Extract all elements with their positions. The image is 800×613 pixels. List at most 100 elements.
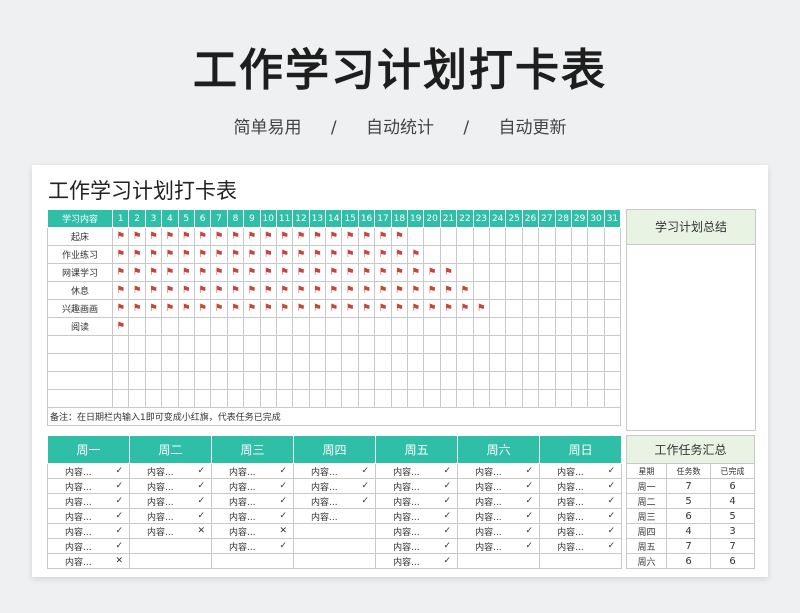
- checkin-cell[interactable]: [423, 335, 441, 354]
- red-flag-icon[interactable]: ⚑: [374, 263, 392, 282]
- checkin-cell[interactable]: [407, 389, 425, 408]
- red-flag-icon[interactable]: ⚑: [243, 263, 261, 282]
- red-flag-icon[interactable]: ⚑: [111, 299, 130, 318]
- red-flag-icon[interactable]: ⚑: [374, 281, 392, 300]
- checkin-cell[interactable]: [587, 353, 605, 372]
- checkin-cell[interactable]: [603, 227, 622, 246]
- checkin-cell[interactable]: [456, 335, 474, 354]
- task-status-mark[interactable]: ✓: [109, 463, 131, 479]
- task-content-cell[interactable]: [293, 523, 356, 539]
- red-flag-icon[interactable]: ⚑: [325, 281, 343, 300]
- checkin-cell[interactable]: [521, 371, 540, 390]
- checkin-cell[interactable]: [144, 335, 163, 354]
- checkin-cell[interactable]: [210, 335, 228, 354]
- checkin-cell[interactable]: [226, 353, 245, 372]
- checkin-cell[interactable]: [193, 353, 212, 372]
- task-status-mark[interactable]: ✓: [437, 478, 459, 494]
- red-flag-icon[interactable]: ⚑: [472, 299, 490, 318]
- checkin-cell[interactable]: [177, 389, 195, 408]
- red-flag-icon[interactable]: ⚑: [308, 281, 327, 300]
- red-flag-icon[interactable]: ⚑: [357, 281, 376, 300]
- checkin-cell[interactable]: [259, 335, 277, 354]
- checkin-cell[interactable]: [275, 335, 294, 354]
- checkin-cell[interactable]: [505, 299, 523, 318]
- checkin-cell[interactable]: [308, 389, 327, 408]
- task-content-cell[interactable]: 内容...: [375, 463, 438, 479]
- checkin-cell[interactable]: [554, 227, 572, 246]
- checkin-cell[interactable]: [456, 263, 474, 282]
- checkin-cell[interactable]: [570, 263, 589, 282]
- checkin-cell[interactable]: [521, 353, 540, 372]
- checkin-cell[interactable]: [226, 389, 245, 408]
- checkin-cell[interactable]: [243, 353, 261, 372]
- checkin-cell[interactable]: [603, 389, 622, 408]
- red-flag-icon[interactable]: ⚑: [357, 299, 376, 318]
- red-flag-icon[interactable]: ⚑: [226, 245, 245, 264]
- task-content-cell[interactable]: 内容...: [129, 478, 192, 494]
- checkin-cell[interactable]: [603, 281, 622, 300]
- task-content-cell[interactable]: 内容...: [539, 538, 602, 554]
- checkin-cell[interactable]: [407, 227, 425, 246]
- red-flag-icon[interactable]: ⚑: [423, 263, 441, 282]
- red-flag-icon[interactable]: ⚑: [210, 245, 228, 264]
- checkin-cell[interactable]: [259, 353, 277, 372]
- checkin-cell[interactable]: [292, 335, 310, 354]
- checkin-cell[interactable]: [374, 371, 392, 390]
- checkin-cell[interactable]: [570, 281, 589, 300]
- red-flag-icon[interactable]: ⚑: [374, 299, 392, 318]
- checkin-cell[interactable]: [505, 263, 523, 282]
- task-content-cell[interactable]: 内容...: [129, 508, 192, 524]
- checkin-cell[interactable]: [488, 389, 507, 408]
- red-flag-icon[interactable]: ⚑: [407, 299, 425, 318]
- red-flag-icon[interactable]: ⚑: [407, 281, 425, 300]
- checkin-cell[interactable]: [587, 317, 605, 336]
- task-status-mark[interactable]: ✓: [519, 523, 541, 539]
- red-flag-icon[interactable]: ⚑: [193, 227, 212, 246]
- checkin-cell[interactable]: [325, 353, 343, 372]
- task-status-mark[interactable]: ✓: [273, 508, 295, 524]
- task-status-mark[interactable]: ✓: [437, 538, 459, 554]
- checkin-cell[interactable]: [587, 281, 605, 300]
- task-status-mark[interactable]: ✓: [355, 463, 377, 479]
- task-content-cell[interactable]: 内容...: [47, 523, 110, 539]
- checkin-cell[interactable]: [439, 353, 458, 372]
- red-flag-icon[interactable]: ⚑: [374, 245, 392, 264]
- checkin-cell[interactable]: [603, 245, 622, 264]
- checkin-cell[interactable]: [505, 245, 523, 264]
- checkin-cell[interactable]: [275, 371, 294, 390]
- checkin-cell[interactable]: [538, 317, 556, 336]
- task-status-mark[interactable]: ✓: [273, 538, 295, 554]
- red-flag-icon[interactable]: ⚑: [177, 299, 195, 318]
- checkin-cell[interactable]: [570, 227, 589, 246]
- red-flag-icon[interactable]: ⚑: [128, 263, 146, 282]
- red-flag-icon[interactable]: ⚑: [111, 245, 130, 264]
- red-flag-icon[interactable]: ⚑: [259, 227, 277, 246]
- checkin-cell[interactable]: [472, 281, 490, 300]
- red-flag-icon[interactable]: ⚑: [423, 281, 441, 300]
- checkin-cell[interactable]: [488, 263, 507, 282]
- checkin-cell[interactable]: [570, 299, 589, 318]
- checkin-cell[interactable]: [603, 263, 622, 282]
- checkin-cell[interactable]: [505, 371, 523, 390]
- checkin-cell[interactable]: [439, 227, 458, 246]
- checkin-cell[interactable]: [161, 335, 179, 354]
- red-flag-icon[interactable]: ⚑: [177, 281, 195, 300]
- task-content-cell[interactable]: [293, 553, 356, 569]
- task-status-mark[interactable]: ✓: [355, 478, 377, 494]
- checkin-cell[interactable]: [488, 317, 507, 336]
- red-flag-icon[interactable]: ⚑: [210, 299, 228, 318]
- red-flag-icon[interactable]: ⚑: [325, 263, 343, 282]
- task-status-mark[interactable]: ✓: [355, 493, 377, 509]
- checkin-cell[interactable]: [243, 335, 261, 354]
- checkin-cell[interactable]: [374, 317, 392, 336]
- checkin-cell[interactable]: [226, 335, 245, 354]
- checkin-cell[interactable]: [210, 389, 228, 408]
- checkin-cell[interactable]: [456, 389, 474, 408]
- task-content-cell[interactable]: 内容...: [293, 508, 356, 524]
- checkin-cell[interactable]: [308, 353, 327, 372]
- checkin-cell[interactable]: [226, 317, 245, 336]
- task-status-mark[interactable]: [273, 553, 295, 569]
- checkin-cell[interactable]: [570, 389, 589, 408]
- task-content-cell[interactable]: 内容...: [457, 508, 520, 524]
- task-status-mark[interactable]: [355, 508, 377, 524]
